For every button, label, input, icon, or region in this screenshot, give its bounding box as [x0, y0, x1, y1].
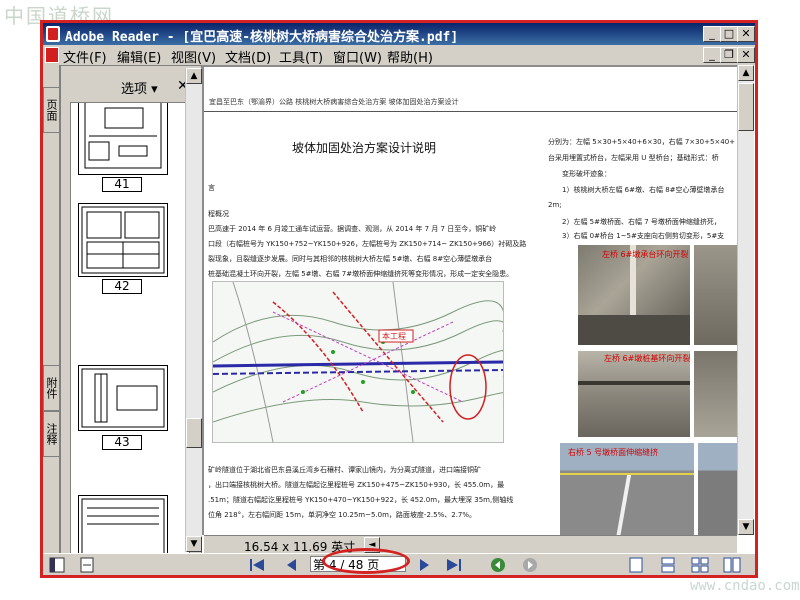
annotation-frame [40, 20, 758, 578]
annotation-oval [322, 548, 410, 574]
watermark-bottom: www.cndao.com [690, 578, 800, 594]
